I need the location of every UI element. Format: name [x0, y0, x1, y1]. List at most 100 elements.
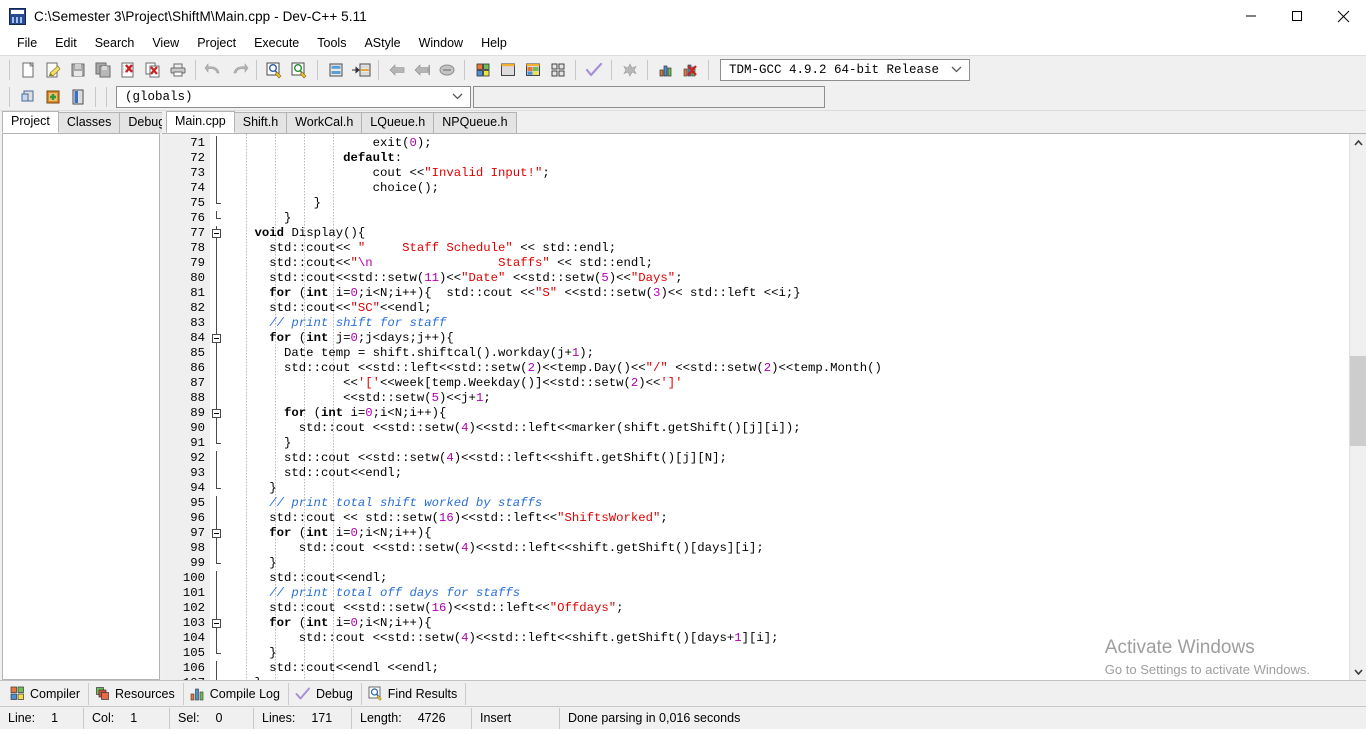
- editor-tab-shift-h[interactable]: Shift.h: [233, 112, 288, 133]
- code-line[interactable]: std::cout <<std::setw(4)<<std::left<<mar…: [224, 421, 1349, 436]
- bottom-tab-debug[interactable]: Debug: [289, 682, 362, 705]
- close-all-icon[interactable]: [140, 58, 165, 82]
- code-line[interactable]: std::cout<<"SC"<<endl;: [224, 301, 1349, 316]
- save-all-icon[interactable]: [90, 58, 115, 82]
- code-line[interactable]: choice();: [224, 181, 1349, 196]
- code-line[interactable]: // print shift for staff: [224, 316, 1349, 331]
- fold-toggle[interactable]: [210, 406, 224, 421]
- code-line[interactable]: for (int i=0;i<N;i++){ std::cout <<"S" <…: [224, 286, 1349, 301]
- menu-file[interactable]: File: [8, 34, 46, 53]
- fold-toggle[interactable]: [210, 331, 224, 346]
- goto-class-icon[interactable]: [65, 85, 90, 109]
- code-line[interactable]: }: [224, 436, 1349, 451]
- code-line[interactable]: void Display(){: [224, 226, 1349, 241]
- goto-function-icon[interactable]: [348, 58, 373, 82]
- bottom-tab-compile-log[interactable]: Compile Log: [184, 682, 289, 705]
- redo-icon[interactable]: [226, 58, 251, 82]
- maximize-window-icon[interactable]: [495, 58, 520, 82]
- delete-profile-icon[interactable]: [678, 58, 703, 82]
- find-replace-icon[interactable]: [287, 58, 312, 82]
- code-line[interactable]: <<'['<<week[temp.Weekday()]<<std::setw(2…: [224, 376, 1349, 391]
- tab-classes[interactable]: Classes: [57, 112, 121, 133]
- code-editor[interactable]: 71 72 73 74 75 76 77 78 79 80 81 82 83 84 85 86 87 88 89 90…: [162, 133, 1366, 680]
- new-file-icon[interactable]: [15, 58, 40, 82]
- auxiliary-field[interactable]: [473, 85, 825, 108]
- code-line[interactable]: std::cout <<std::setw(4)<<std::left<<shi…: [224, 451, 1349, 466]
- code-line[interactable]: for (int j=0;j<days;j++){: [224, 331, 1349, 346]
- code-line[interactable]: std::cout <<std::setw(4)<<std::left<<shi…: [224, 631, 1349, 646]
- code-line[interactable]: std::cout<<endl;: [224, 571, 1349, 586]
- scope-select[interactable]: (globals): [116, 85, 471, 108]
- maximize-icon[interactable]: [1274, 0, 1320, 32]
- code-line[interactable]: }: [224, 646, 1349, 661]
- menu-astyle[interactable]: AStyle: [355, 34, 409, 53]
- code-line[interactable]: cout <<"Invalid Input!";: [224, 166, 1349, 181]
- editor-tab-workcal-h[interactable]: WorkCal.h: [286, 112, 363, 133]
- code-line[interactable]: std::cout <<std::setw(16)<<std::left<<"O…: [224, 601, 1349, 616]
- code-line[interactable]: // print total off days for staffs: [224, 586, 1349, 601]
- scroll-up-icon[interactable]: [1350, 134, 1366, 151]
- code-line[interactable]: std::cout<<endl <<endl;: [224, 661, 1349, 676]
- undo-icon[interactable]: [201, 58, 226, 82]
- bottom-tab-find-results[interactable]: Find Results: [362, 682, 467, 705]
- code-line[interactable]: std::cout <<std::setw(4)<<std::left<<shi…: [224, 541, 1349, 556]
- tile-windows-icon[interactable]: [470, 58, 495, 82]
- fold-toggle[interactable]: [210, 526, 224, 541]
- scrollbar-thumb[interactable]: [1350, 356, 1366, 446]
- code-line[interactable]: std::cout<<std::setw(11)<<"Date" <<std::…: [224, 271, 1349, 286]
- fold-toggle[interactable]: [210, 226, 224, 241]
- compiler-select[interactable]: TDM-GCC 4.9.2 64-bit Release: [720, 58, 970, 81]
- bottom-tab-compiler[interactable]: Compiler: [4, 682, 90, 705]
- print-icon[interactable]: [165, 58, 190, 82]
- code-line[interactable]: default:: [224, 151, 1349, 166]
- fold-toggle[interactable]: [210, 616, 224, 631]
- code-line[interactable]: std::cout << std::setw(16)<<std::left<<"…: [224, 511, 1349, 526]
- save-icon[interactable]: [65, 58, 90, 82]
- arrange-icons-icon[interactable]: [545, 58, 570, 82]
- project-tree[interactable]: [2, 133, 160, 680]
- close-file-icon[interactable]: [115, 58, 140, 82]
- menu-tools[interactable]: Tools: [308, 34, 355, 53]
- goto-line-icon[interactable]: [323, 58, 348, 82]
- menu-view[interactable]: View: [143, 34, 188, 53]
- code-line[interactable]: }: [224, 211, 1349, 226]
- code-line[interactable]: }: [224, 481, 1349, 496]
- editor-tab-npqueue-h[interactable]: NPQueue.h: [433, 112, 517, 133]
- scroll-down-icon[interactable]: [1350, 663, 1366, 680]
- menu-help[interactable]: Help: [472, 34, 516, 53]
- code-line[interactable]: Date temp = shift.shiftcal().workday(j+1…: [224, 346, 1349, 361]
- find-icon[interactable]: [262, 58, 287, 82]
- editor-tab-main-cpp[interactable]: Main.cpp: [166, 111, 235, 133]
- compile-icon[interactable]: [581, 58, 606, 82]
- code-folding-column[interactable]: [210, 134, 224, 680]
- forward-icon[interactable]: [409, 58, 434, 82]
- tab-project[interactable]: Project: [2, 111, 59, 133]
- back-icon[interactable]: [384, 58, 409, 82]
- code-line[interactable]: std::cout<<"\n Staffs" << std::endl;: [224, 256, 1349, 271]
- insert-icon[interactable]: [15, 85, 40, 109]
- bottom-tab-resources[interactable]: Resources: [89, 682, 184, 705]
- menu-execute[interactable]: Execute: [245, 34, 308, 53]
- toggle-breakpoint-icon[interactable]: [434, 58, 459, 82]
- editor-vertical-scrollbar[interactable]: [1349, 134, 1366, 680]
- code-line[interactable]: std::cout<<endl;: [224, 466, 1349, 481]
- abort-compile-icon[interactable]: [617, 58, 642, 82]
- toggle-icon[interactable]: [40, 85, 65, 109]
- code-line[interactable]: for (int i=0;i<N;i++){: [224, 616, 1349, 631]
- editor-tab-lqueue-h[interactable]: LQueue.h: [361, 112, 435, 133]
- menu-edit[interactable]: Edit: [46, 34, 86, 53]
- code-line[interactable]: std::cout<< " Staff Schedule" << std::en…: [224, 241, 1349, 256]
- code-line[interactable]: for (int i=0;i<N;i++){: [224, 526, 1349, 541]
- code-line[interactable]: std::cout <<std::left<<std::setw(2)<<tem…: [224, 361, 1349, 376]
- code-line[interactable]: }: [224, 556, 1349, 571]
- minimize-icon[interactable]: [1228, 0, 1274, 32]
- code-text[interactable]: exit(0); default: cout <<"Invalid Input!…: [224, 134, 1349, 680]
- code-line[interactable]: <<std::setw(5)<<j+1;: [224, 391, 1349, 406]
- menu-search[interactable]: Search: [86, 34, 144, 53]
- open-file-icon[interactable]: [40, 58, 65, 82]
- code-line[interactable]: }: [224, 196, 1349, 211]
- cascade-windows-icon[interactable]: [520, 58, 545, 82]
- code-line[interactable]: exit(0);: [224, 136, 1349, 151]
- menu-project[interactable]: Project: [188, 34, 245, 53]
- menu-window[interactable]: Window: [410, 34, 472, 53]
